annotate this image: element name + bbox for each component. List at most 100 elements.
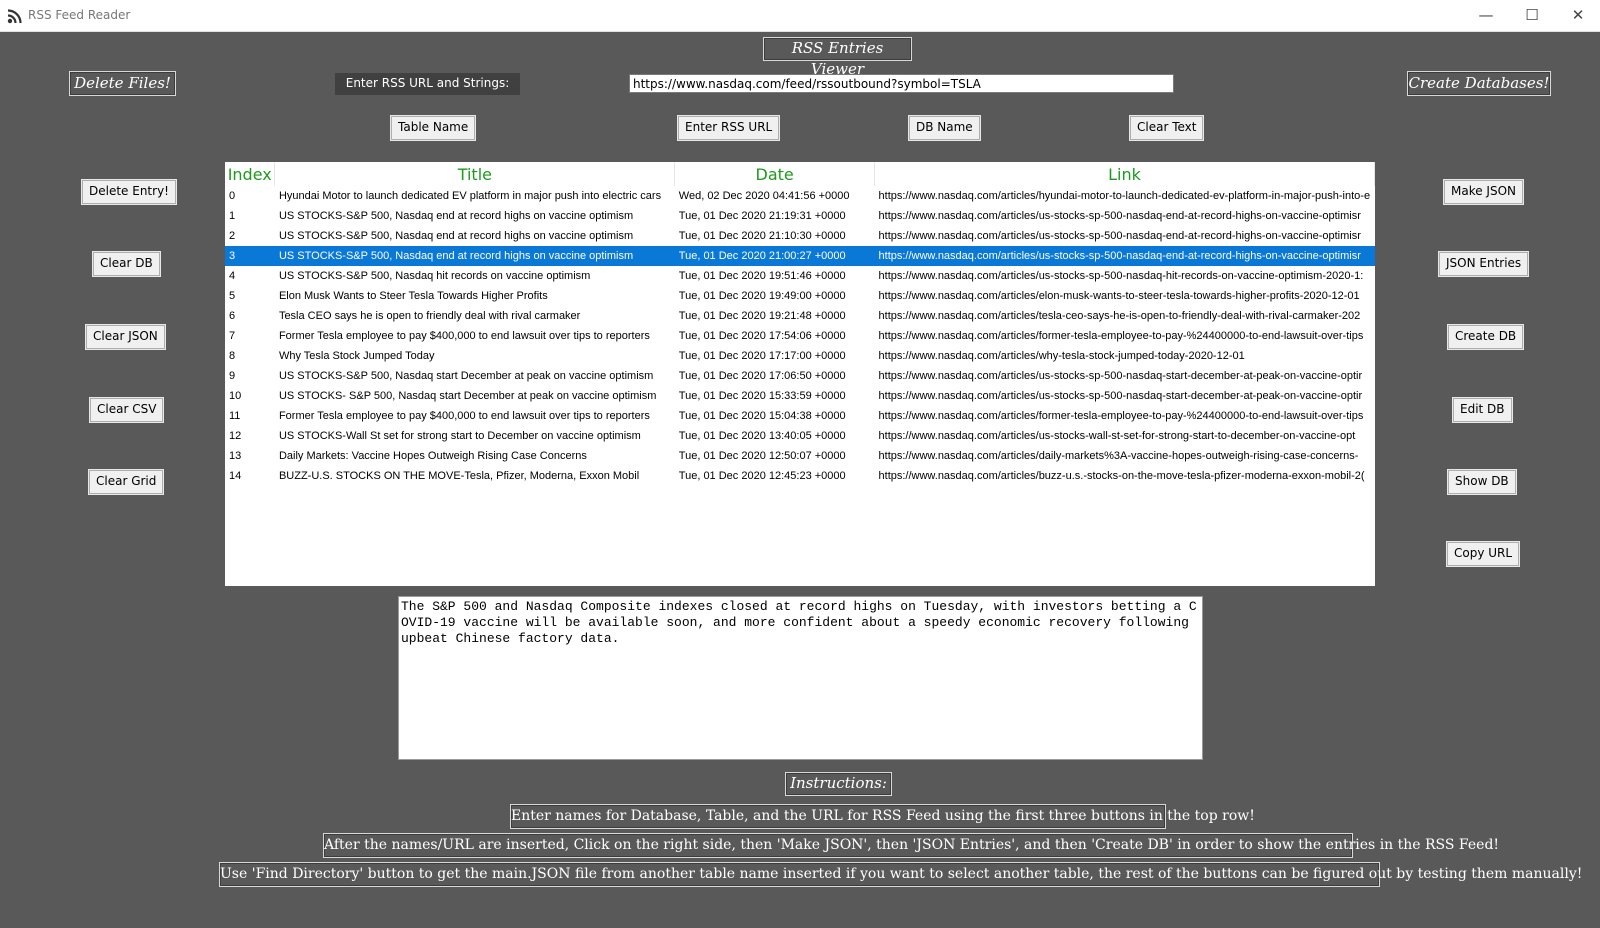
cell-date: Tue, 01 Dec 2020 15:33:59 +0000 [678,390,846,402]
cell-index: 14 [229,470,242,482]
make-json-button[interactable]: Make JSON [1444,180,1524,204]
cell-date: Tue, 01 Dec 2020 21:19:31 +0000 [678,210,846,222]
cell-link: https://www.nasdaq.com/articles/us-stock… [878,230,1361,242]
table-row[interactable]: 3 US STOCKS-S&P 500, Nasdaq end at record… [225,246,1375,266]
cell-index: 12 [229,430,242,442]
table-name-button[interactable]: Table Name [391,116,476,140]
table-row[interactable]: 11 Former Tesla employee to pay $400,000 … [225,406,1375,426]
rss-icon [7,9,22,24]
column-header-title[interactable]: Title [274,162,676,186]
cell-title: BUZZ-U.S. STOCKS ON THE MOVE-Tesla, Pfiz… [278,470,640,482]
cell-date: Tue, 01 Dec 2020 19:21:48 +0000 [678,310,846,322]
cell-title: Former Tesla employee to pay $400,000 to… [278,330,650,342]
create-db-button[interactable]: Create DB [1448,325,1524,349]
cell-title: US STOCKS-S&P 500, Nasdaq start December… [278,370,654,382]
cell-title: Hyundai Motor to launch dedicated EV pla… [278,190,662,202]
cell-link: https://www.nasdaq.com/articles/elon-mus… [878,290,1360,302]
cell-date: Tue, 01 Dec 2020 21:10:30 +0000 [678,230,846,242]
cell-index: 5 [229,290,236,302]
cell-link: https://www.nasdaq.com/articles/hyundai-… [878,190,1371,202]
table-row[interactable]: 4 US STOCKS-S&P 500, Nasdaq hit records o… [225,266,1375,286]
entries-grid[interactable]: Index Title Date Link 0 Hyundai Motor to … [225,162,1375,586]
cell-link: https://www.nasdaq.com/articles/daily-ma… [878,450,1359,462]
edit-db-button[interactable]: Edit DB [1453,398,1512,422]
cell-index: 11 [229,410,241,422]
cell-date: Tue, 01 Dec 2020 17:06:50 +0000 [678,370,846,382]
cell-title: US STOCKS-S&P 500, Nasdaq hit records on… [278,270,591,282]
cell-date: Tue, 01 Dec 2020 15:04:38 +0000 [678,410,846,422]
table-row[interactable]: 10 US STOCKS- S&P 500, Nasdaq start Decem… [225,386,1375,406]
cell-title: Tesla CEO says he is open to friendly de… [278,310,581,322]
entries-table: Index Title Date Link 0 Hyundai Motor to … [225,162,1375,486]
clear-csv-button[interactable]: Clear CSV [90,398,164,422]
cell-link: https://www.nasdaq.com/articles/us-stock… [878,370,1363,382]
rss-url-input[interactable] [629,74,1174,93]
delete-entry-button[interactable]: Delete Entry! [82,180,176,204]
table-row[interactable]: 0 Hyundai Motor to launch dedicated EV pl… [225,186,1375,206]
maximize-button[interactable]: ☐ [1509,0,1555,31]
instruction-line-2: After the names/URL are inserted, Click … [323,833,1499,858]
column-header-link[interactable]: Link [874,162,1375,186]
cell-date: Tue, 01 Dec 2020 12:45:23 +0000 [678,470,846,482]
clear-grid-button[interactable]: Clear Grid [89,470,164,494]
cell-link: https://www.nasdaq.com/articles/us-stock… [878,430,1356,442]
cell-index: 13 [229,450,242,462]
cell-title: US STOCKS-S&P 500, Nasdaq end at record … [278,230,634,242]
table-row[interactable]: 2 US STOCKS-S&P 500, Nasdaq end at record… [225,226,1375,246]
cell-link: https://www.nasdaq.com/articles/why-tesl… [878,350,1245,362]
db-name-button[interactable]: DB Name [909,116,980,140]
table-row[interactable]: 13 Daily Markets: Vaccine Hopes Outweigh … [225,446,1375,466]
table-row[interactable]: 14 BUZZ-U.S. STOCKS ON THE MOVE-Tesla, Pf… [225,466,1375,486]
column-header-date[interactable]: Date [674,162,876,186]
cell-index: 6 [229,310,236,322]
cell-index: 8 [229,350,236,362]
cell-title: US STOCKS-S&P 500, Nasdaq end at record … [278,210,634,222]
description-textarea[interactable]: The S&P 500 and Nasdaq Composite indexes… [398,596,1203,760]
clear-text-button[interactable]: Clear Text [1130,116,1204,140]
cell-date: Tue, 01 Dec 2020 17:17:00 +0000 [678,350,846,362]
cell-index: 0 [229,190,236,202]
cell-index: 3 [225,246,275,266]
cell-date: Tue, 01 Dec 2020 21:00:27 +0000 [674,246,875,266]
table-row[interactable]: 12 US STOCKS-Wall St set for strong start… [225,426,1375,446]
cell-link: https://www.nasdaq.com/articles/us-stock… [878,390,1363,402]
instruction-line-3: Use 'Find Directory' button to get the m… [219,862,1582,887]
table-row[interactable]: 1 US STOCKS-S&P 500, Nasdaq end at record… [225,206,1375,226]
minimize-button[interactable]: — [1463,0,1509,31]
cell-index: 2 [229,230,236,242]
cell-date: Tue, 01 Dec 2020 13:40:05 +0000 [678,430,846,442]
json-entries-button[interactable]: JSON Entries [1439,252,1529,276]
cell-index: 9 [229,370,236,382]
cell-title: Former Tesla employee to pay $400,000 to… [278,410,650,422]
clear-db-button[interactable]: Clear DB [93,252,160,276]
table-row[interactable]: 8 Why Tesla Stock Jumped Today Tue, 01 Dec… [225,346,1375,366]
table-row[interactable]: 5 Elon Musk Wants to Steer Tesla Towards … [225,286,1375,306]
copy-url-button[interactable]: Copy URL [1447,542,1520,566]
column-header-index[interactable]: Index [225,162,276,186]
cell-date: Tue, 01 Dec 2020 19:49:00 +0000 [678,290,846,302]
cell-index: 10 [229,390,242,402]
cell-title: US STOCKS-S&P 500, Nasdaq end at record … [274,246,675,266]
cell-title: Why Tesla Stock Jumped Today [278,350,435,362]
table-header-row: Index Title Date Link [225,162,1375,186]
close-button[interactable]: ✕ [1555,0,1600,31]
cell-link: https://www.nasdaq.com/articles/buzz-u.s… [878,470,1365,482]
enter-rss-url-button[interactable]: Enter RSS URL [678,116,780,140]
cell-index: 1 [229,210,236,222]
table-row[interactable]: 6 Tesla CEO says he is open to friendly d… [225,306,1375,326]
table-row[interactable]: 9 US STOCKS-S&P 500, Nasdaq start Decembe… [225,366,1375,386]
cell-link: https://www.nasdaq.com/articles/us-stock… [878,210,1361,222]
cell-index: 7 [229,330,236,342]
cell-date: Wed, 02 Dec 2020 04:41:56 +0000 [678,190,850,202]
url-label: Enter RSS URL and Strings: [335,73,520,95]
instructions-title: Instructions: [785,772,892,796]
table-row[interactable]: 7 Former Tesla employee to pay $400,000 t… [225,326,1375,346]
cell-date: Tue, 01 Dec 2020 12:50:07 +0000 [678,450,846,462]
cell-index: 4 [229,270,236,282]
cell-title: US STOCKS- S&P 500, Nasdaq start Decembe… [278,390,657,402]
show-db-button[interactable]: Show DB [1448,470,1516,494]
clear-json-button[interactable]: Clear JSON [86,325,165,349]
create-databases-button[interactable]: Create Databases! [1407,71,1551,96]
delete-files-button[interactable]: Delete Files! [69,71,176,96]
instruction-line-1: Enter names for Database, Table, and the… [510,804,1255,829]
